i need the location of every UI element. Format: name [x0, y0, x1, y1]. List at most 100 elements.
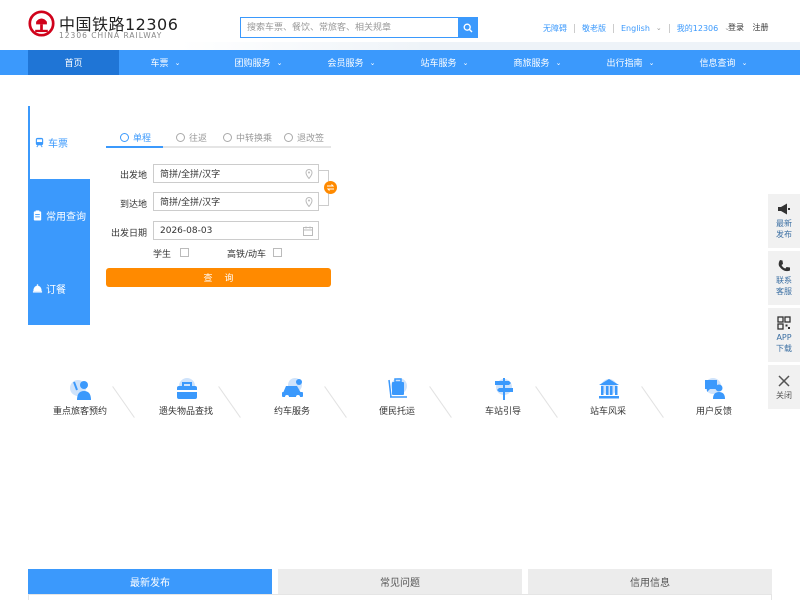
booking-side-tabs: 车票 常用查询 订餐	[28, 106, 90, 325]
tab-transfer[interactable]: 中转换乘	[223, 128, 272, 146]
query-button[interactable]: 查询	[106, 268, 331, 287]
float-close-button[interactable]: 关闭	[768, 365, 800, 409]
tab-content-frame	[28, 594, 772, 600]
tab-credit-info[interactable]: 信用信息	[528, 569, 772, 594]
nav-business-travel[interactable]: 商旅服务 ⌄	[491, 50, 584, 75]
service-priority-passenger[interactable]: 重点旅客预约	[35, 376, 125, 421]
departure-date-input[interactable]: 2026-08-03	[153, 221, 319, 240]
service-consignment[interactable]: 便民托运	[352, 376, 442, 421]
nav-info-query[interactable]: 信息查询 ⌄	[677, 50, 770, 75]
nav-member-service[interactable]: 会员服务 ⌄	[305, 50, 398, 75]
nav-label: 会员服务	[327, 59, 364, 69]
gaotie-checkbox[interactable]	[273, 248, 282, 257]
service-label: 重点旅客预约	[52, 407, 107, 417]
swap-stations-button[interactable]	[324, 181, 337, 194]
lost-items-icon	[177, 378, 197, 399]
service-label: 约车服务	[273, 407, 310, 417]
float-customer-service[interactable]: 联系 客服	[768, 251, 800, 305]
tab-latest-news[interactable]: 最新发布	[28, 569, 272, 594]
nav-station-service[interactable]: 站车服务 ⌄	[398, 50, 491, 75]
one-way-icon	[120, 132, 129, 142]
my-12306-menu[interactable]: 我的12306 ⌄	[670, 23, 737, 34]
nav-travel-guide[interactable]: 出行指南 ⌄	[584, 50, 677, 75]
nav-label: 首页	[64, 59, 83, 69]
service-car-booking[interactable]: 约车服务	[247, 376, 337, 421]
nav-label: 出行指南	[606, 59, 643, 69]
student-checkbox[interactable]	[180, 248, 189, 257]
search-button[interactable]	[458, 18, 477, 37]
float-label: APP	[776, 333, 792, 342]
chevron-down-icon: ⌄	[741, 58, 748, 67]
priority-passenger-icon	[70, 380, 91, 400]
my-12306-label: 我的12306	[676, 23, 719, 33]
close-icon	[778, 374, 790, 387]
service-label: 用户反馈	[695, 407, 732, 417]
service-feedback[interactable]: 用户反馈	[669, 376, 759, 421]
date-label: 出发日期	[110, 229, 147, 239]
language-select[interactable]: English ⌄	[614, 24, 669, 33]
to-station-value: 简拼/全拼/汉字	[160, 198, 221, 208]
service-station-style[interactable]: 站车风采	[563, 376, 653, 421]
elderly-mode-link[interactable]: 敬老版	[575, 23, 613, 34]
from-label: 出发地	[119, 171, 147, 181]
service-label: 便民托运	[378, 407, 415, 417]
search-input[interactable]	[241, 18, 459, 37]
accessibility-link[interactable]: 无障碍	[536, 23, 574, 34]
qrcode-icon	[777, 316, 791, 330]
swap-icon	[326, 184, 335, 191]
chevron-down-icon: ⌄	[462, 58, 469, 67]
trip-tab-label: 退改签	[297, 133, 325, 144]
trip-tab-label: 单程	[133, 133, 152, 144]
nav-label: 信息查询	[699, 59, 736, 69]
header-decoration	[180, 42, 800, 50]
main-nav: 首页 车票 ⌄ 团购服务 ⌄ 会员服务 ⌄ 站车服务 ⌄ 商旅服务 ⌄ 出行指南 ⌄ 信息查…	[0, 50, 800, 75]
float-app-download[interactable]: APP 下载	[768, 308, 800, 362]
station-building-icon	[599, 379, 619, 399]
nav-home[interactable]: 首页	[28, 50, 119, 75]
side-tab-label: 订餐	[46, 285, 66, 296]
float-label: 客服	[776, 287, 792, 296]
to-label: 到达地	[119, 200, 147, 210]
site-header: 中国铁路12306 12306 CHINA RAILWAY 无障碍 敬老版 En…	[0, 0, 800, 50]
service-station-guide[interactable]: 车站引导	[458, 376, 548, 421]
service-lost-found[interactable]: 遗失物品查找	[141, 376, 231, 421]
tab-one-way[interactable]: 单程	[120, 128, 151, 146]
register-link[interactable]: 注册	[753, 23, 769, 32]
railway-logo-icon[interactable]	[28, 10, 55, 37]
luggage-cart-icon	[388, 378, 407, 398]
refund-icon	[284, 132, 293, 142]
search-icon	[463, 23, 472, 32]
float-label: 下载	[776, 344, 792, 353]
phone-icon	[778, 260, 790, 272]
tab-round-trip[interactable]: 往返	[176, 128, 207, 146]
nav-group-service[interactable]: 团购服务 ⌄	[212, 50, 305, 75]
from-station-input[interactable]: 简拼/全拼/汉字	[153, 164, 319, 183]
location-pin-icon	[305, 197, 313, 207]
tab-refund-change[interactable]: 退改签	[284, 128, 324, 146]
tab-faq[interactable]: 常见问题	[278, 569, 522, 594]
side-tab-tickets[interactable]: 车票	[28, 106, 90, 179]
trip-tab-label: 往返	[189, 133, 208, 144]
service-label: 遗失物品查找	[158, 407, 213, 417]
train-icon	[35, 137, 44, 148]
departure-date-value: 2026-08-03	[160, 225, 213, 236]
megaphone-icon	[778, 203, 790, 215]
student-label: 学生	[153, 250, 172, 260]
nav-label: 团购服务	[234, 59, 271, 69]
nav-tickets[interactable]: 车票 ⌄	[119, 50, 212, 75]
gaotie-label: 高铁/动车	[227, 250, 267, 260]
trip-type-tabs: 单程 往返 中转换乘 退改签	[106, 128, 331, 148]
chevron-down-icon: ⌄	[174, 58, 181, 67]
side-tab-common-query[interactable]: 常用查询	[28, 179, 90, 252]
float-label: 发布	[776, 230, 792, 239]
search-box	[240, 17, 478, 38]
service-label: 车站引导	[484, 407, 521, 417]
to-station-input[interactable]: 简拼/全拼/汉字	[153, 192, 319, 211]
clipboard-icon	[33, 210, 42, 221]
chevron-down-icon: ⌄	[369, 58, 376, 67]
nav-label: 车票	[150, 59, 169, 69]
side-tab-meal[interactable]: 订餐	[28, 252, 90, 325]
login-link[interactable]: 登录	[728, 23, 744, 32]
car-icon	[282, 378, 303, 399]
float-latest-news[interactable]: 最新 发布	[768, 194, 800, 248]
